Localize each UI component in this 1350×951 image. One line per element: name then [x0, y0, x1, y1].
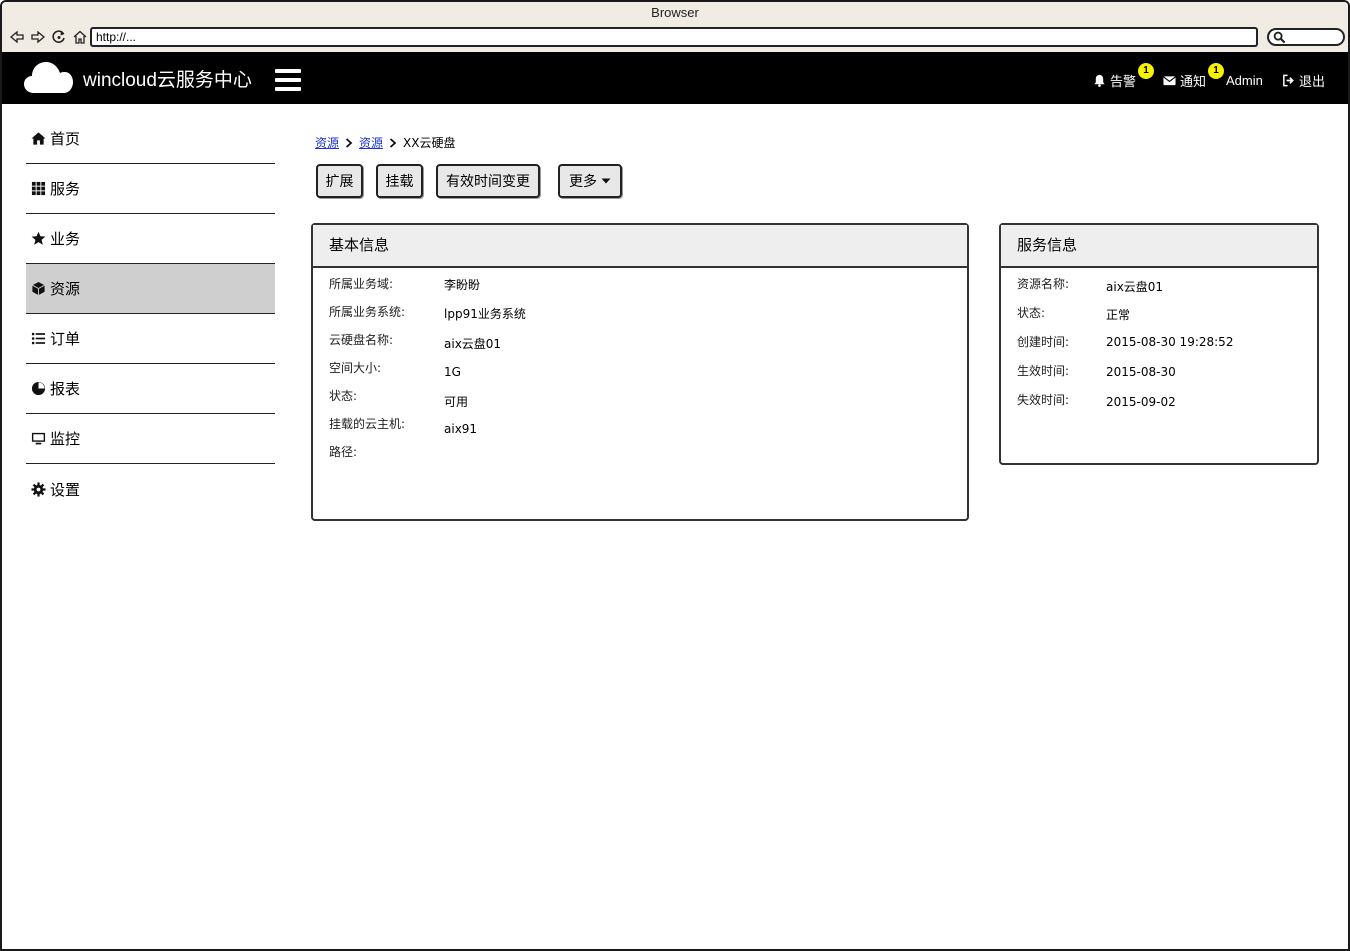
field-value: lpp91业务系统 — [444, 307, 526, 321]
sidebar-item-resources[interactable]: 资源 — [26, 264, 275, 314]
sidebar-item-monitor[interactable]: 监控 — [26, 414, 275, 464]
field-label: 状态: — [329, 389, 358, 403]
expand-button[interactable]: 扩展 — [316, 164, 363, 198]
more-button-label: 更多 — [569, 174, 597, 190]
sidebar-item-home[interactable]: 首页 — [26, 114, 275, 164]
chevron-right-icon — [389, 137, 397, 148]
basic-info-panel: 基本信息 所属业务域: 李盼盼 所属业务系统: lpp91业务系统 云硬盘名称:… — [311, 223, 969, 521]
notices-link[interactable]: 通知 — [1163, 71, 1206, 90]
grid-icon — [31, 181, 46, 196]
cube-icon — [32, 281, 45, 296]
sidebar-item-orders[interactable]: 订单 — [26, 314, 275, 364]
logout-link[interactable]: 退出 — [1282, 71, 1325, 90]
sidebar: 首页 服务 业务 资源 订单 报表 监控 设置 — [26, 114, 275, 514]
star-icon — [31, 231, 46, 245]
sign-out-icon — [1283, 74, 1294, 87]
sidebar-item-label: 资源 — [50, 280, 81, 298]
gear-icon — [31, 481, 46, 497]
sidebar-item-reports[interactable]: 报表 — [26, 364, 275, 414]
sidebar-item-label: 报表 — [50, 380, 81, 398]
pie-chart-icon — [31, 381, 46, 396]
browser-window: Browser http://... wincloud云服务中心 告警 1 通知… — [0, 0, 1350, 951]
breadcrumb-current: XX云硬盘 — [403, 136, 456, 150]
change-validity-button[interactable]: 有效时间变更 — [436, 164, 540, 198]
logout-label: 退出 — [1299, 74, 1326, 89]
alerts-label: 告警 — [1110, 74, 1137, 89]
field-label: 状态: — [1017, 306, 1046, 320]
service-info-panel: 服务信息 资源名称: aix云盘01 状态: 正常 创建时间: 2015-08-… — [999, 223, 1319, 465]
sidebar-item-services[interactable]: 服务 — [26, 164, 275, 214]
menu-toggle-icon[interactable] — [275, 69, 301, 91]
field-label: 挂载的云主机: — [329, 417, 406, 431]
monitor-icon — [31, 432, 46, 445]
url-input[interactable]: http://... — [90, 27, 1258, 47]
change-validity-button-label: 有效时间变更 — [446, 174, 530, 190]
app-header: wincloud云服务中心 告警 1 通知 1 Admin 退出 — [2, 52, 1348, 104]
field-value: 2015-08-30 — [1106, 365, 1176, 379]
breadcrumb-link-resources[interactable]: 资源 — [315, 134, 339, 151]
mount-button[interactable]: 挂载 — [376, 164, 423, 198]
browser-title: Browser — [651, 5, 699, 20]
field-value: 李盼盼 — [444, 278, 481, 292]
notices-label: 通知 — [1180, 74, 1207, 89]
envelope-icon — [1163, 76, 1176, 86]
list-icon — [31, 332, 46, 345]
reload-icon[interactable] — [50, 28, 67, 45]
field-value: 2015-09-02 — [1106, 395, 1176, 409]
field-value: aix91 — [444, 422, 478, 436]
breadcrumb: 资源 资源 XX云硬盘 — [315, 134, 455, 151]
field-label: 失效时间: — [1017, 393, 1070, 407]
field-label: 空间大小: — [329, 361, 382, 375]
bell-icon — [1094, 74, 1105, 87]
field-label: 资源名称: — [1017, 277, 1070, 291]
field-value: 正常 — [1106, 308, 1131, 322]
basic-info-title: 基本信息 — [313, 225, 967, 268]
notices-count-badge: 1 — [1208, 63, 1224, 79]
user-menu[interactable]: Admin — [1226, 73, 1263, 88]
sidebar-item-label: 监控 — [50, 430, 81, 448]
field-label: 所属业务系统: — [329, 305, 406, 319]
field-label: 创建时间: — [1017, 335, 1070, 349]
field-label: 所属业务域: — [329, 277, 394, 291]
field-value: 可用 — [444, 395, 469, 409]
breadcrumb-link-resources-sub[interactable]: 资源 — [359, 134, 383, 151]
sidebar-item-label: 业务 — [50, 230, 81, 248]
field-value: 1G — [444, 365, 461, 379]
field-label: 路径: — [329, 445, 358, 459]
mount-button-label: 挂载 — [385, 174, 414, 190]
sidebar-item-business[interactable]: 业务 — [26, 214, 275, 264]
chevron-right-icon — [345, 137, 353, 148]
caret-down-icon — [601, 178, 611, 184]
home-icon[interactable] — [71, 28, 88, 45]
sidebar-item-label: 设置 — [50, 480, 81, 499]
field-label: 生效时间: — [1017, 364, 1070, 378]
more-dropdown-button[interactable]: 更多 — [558, 164, 622, 198]
home-icon — [31, 132, 46, 145]
field-label: 云硬盘名称: — [329, 333, 394, 347]
browser-search-input[interactable] — [1267, 28, 1345, 46]
user-name: Admin — [1226, 73, 1263, 88]
field-value: 2015-08-30 19:28:52 — [1106, 335, 1234, 349]
alerts-link[interactable]: 告警 — [1093, 71, 1136, 90]
sidebar-item-label: 首页 — [50, 130, 81, 148]
service-info-title: 服务信息 — [1001, 225, 1317, 268]
forward-icon[interactable] — [29, 28, 46, 45]
browser-chrome: Browser http://... — [2, 2, 1348, 52]
field-value: aix云盘01 — [444, 337, 502, 351]
cloud-logo-icon — [24, 62, 73, 93]
field-value: aix云盘01 — [1106, 280, 1164, 294]
app-brand[interactable]: wincloud云服务中心 — [83, 65, 252, 92]
alerts-count-badge: 1 — [1138, 63, 1154, 79]
sidebar-item-settings[interactable]: 设置 — [26, 464, 275, 514]
browser-nav — [8, 28, 88, 45]
back-icon[interactable] — [8, 28, 25, 45]
sidebar-item-label: 服务 — [50, 180, 81, 198]
sidebar-item-label: 订单 — [50, 330, 81, 348]
expand-button-label: 扩展 — [325, 174, 354, 190]
search-icon — [1273, 31, 1286, 44]
